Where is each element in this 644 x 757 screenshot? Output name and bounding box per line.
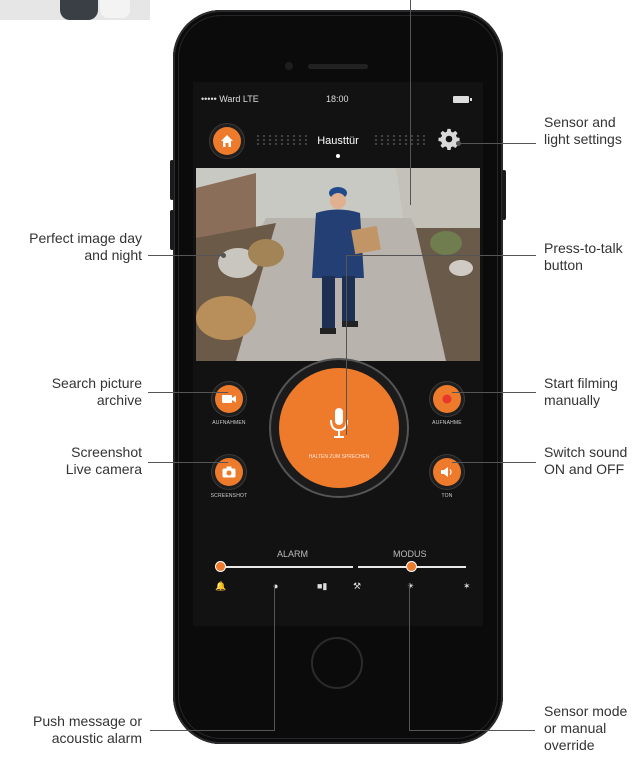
smartphone-frame: ••••• Ward LTE 18:00 Hausttür AUFNAHMEN … — [170, 10, 506, 744]
callout-line-push-h — [150, 730, 275, 731]
talk-label: HALTEN ZUM SPRECHEN — [308, 454, 370, 460]
callout-line-press-to-talk-h — [346, 255, 536, 256]
siren-icon[interactable]: ■▮ — [317, 581, 327, 591]
photo-person-shape — [60, 0, 98, 20]
mode-title: MODUS — [393, 549, 427, 559]
callout-line-top — [410, 0, 411, 205]
record-button[interactable] — [433, 385, 461, 413]
callout-line-sensor-settings — [458, 143, 536, 144]
app-screen: ••••• Ward LTE 18:00 Hausttür AUFNAHMEN … — [193, 82, 483, 626]
callout-line-perfect-image — [148, 255, 223, 256]
home-hardware-button — [311, 637, 363, 689]
callout-line-sensor-mode-v — [409, 583, 410, 731]
status-time: 18:00 — [326, 94, 349, 104]
callout-switch-sound: Switch sound ON and OFF — [544, 444, 628, 477]
alarm-title: ALARM — [277, 549, 309, 559]
volume-down-button — [170, 210, 174, 250]
earpiece-speaker — [308, 64, 368, 69]
archive-button[interactable] — [215, 385, 243, 413]
callout-screenshot: Screenshot Live camera — [65, 444, 142, 477]
callout-search-archive: Search picture archive — [51, 375, 142, 408]
screenshot-label: SCREENSHOT — [210, 493, 248, 499]
volume-up-button — [170, 160, 174, 200]
video-icon — [222, 395, 236, 403]
gear-icon[interactable] — [438, 128, 460, 150]
mode-slider-knob[interactable] — [407, 562, 416, 571]
record-icon — [442, 394, 452, 404]
callout-perfect-image: Perfect image day and night — [29, 230, 142, 263]
callout-line-archive — [148, 392, 228, 393]
archive-label: AUFNAHMEN — [212, 420, 246, 426]
status-carrier: ••••• Ward LTE — [201, 94, 259, 104]
photo-hand-shape — [100, 0, 130, 18]
callout-start-filming: Start filming manually — [544, 375, 618, 408]
sound-label: TON — [441, 493, 453, 499]
callout-sensor-settings: Sensor and light settings — [544, 114, 622, 147]
callout-line-push-v — [274, 585, 275, 731]
doorway-scene — [196, 168, 480, 361]
callout-press-to-talk: Press-to-talk button — [544, 240, 623, 273]
callout-line-sound — [452, 462, 536, 463]
power-button — [502, 170, 506, 220]
record-label: AUFNAHME — [432, 420, 462, 426]
callout-dot-sensor-settings — [456, 141, 461, 146]
bell-icon[interactable]: 🔔 — [215, 581, 226, 591]
page-indicator — [336, 154, 340, 158]
background-photo-fragment — [0, 0, 150, 20]
speaker-icon — [441, 467, 452, 477]
alarm-slider-knob[interactable] — [216, 562, 225, 571]
camera-icon — [222, 466, 236, 478]
front-camera — [285, 62, 293, 70]
battery-icon — [453, 96, 472, 103]
person-icon[interactable]: ✶ — [463, 581, 471, 591]
callout-sensor-mode: Sensor mode or manual override — [544, 703, 628, 753]
callout-line-screenshot — [148, 462, 228, 463]
callout-line-press-to-talk-v — [346, 255, 347, 435]
live-camera-image[interactable] — [196, 168, 480, 361]
press-to-talk-button[interactable]: HALTEN ZUM SPRECHEN — [279, 368, 399, 488]
callout-push-message: Push message or acoustic alarm — [33, 713, 142, 746]
wrench-icon[interactable]: ⚒ — [353, 581, 361, 591]
callout-dot-perfect-image — [221, 253, 226, 258]
alarm-slider-track[interactable] — [221, 566, 353, 568]
callout-line-sensor-mode-h — [409, 730, 535, 731]
callout-line-record — [452, 392, 536, 393]
